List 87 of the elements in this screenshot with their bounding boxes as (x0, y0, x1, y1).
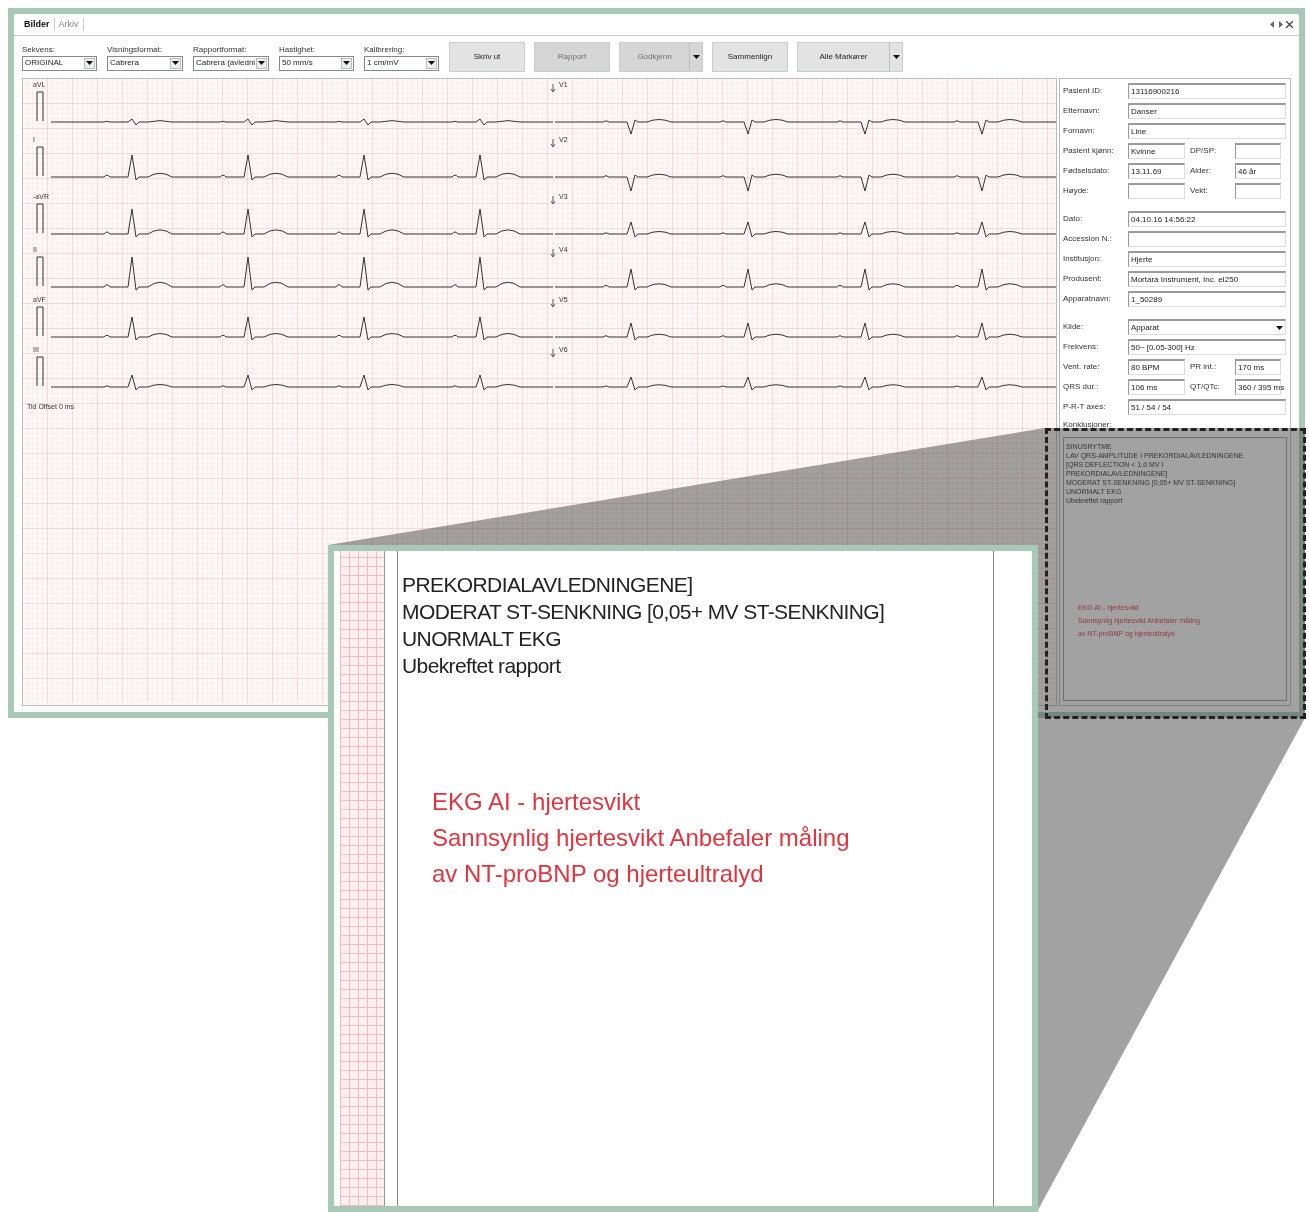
tab[interactable]: Bilder (20, 17, 55, 32)
conclusion-line: UNORMALT EKG (402, 626, 562, 652)
conclusion-line: PREKORDIALAVLEDNINGENE] (402, 572, 694, 598)
marker-arrow-icon (550, 348, 556, 358)
conclusion-line: Sannsynlig hjertesvikt Anbefaler måling (431, 823, 851, 853)
dropdown[interactable]: Cabrera (107, 55, 183, 71)
text-field[interactable]: 13116900216 (1128, 83, 1286, 99)
calibration-pulse (36, 146, 44, 177)
split-button[interactable]: Alle Markører (797, 42, 903, 72)
source-select[interactable]: Apparat (1128, 319, 1286, 335)
text-field[interactable]: 46 år (1235, 163, 1281, 179)
field-label: PR int.: (1189, 361, 1218, 373)
text-field[interactable] (1235, 183, 1281, 199)
scroll-left-icon[interactable] (1270, 21, 1275, 28)
close-icon[interactable] (1286, 21, 1293, 28)
field-label: QT/QTc: (1189, 381, 1221, 393)
field-label: Pasient kjønn: (1063, 145, 1115, 157)
text-field[interactable]: 13.11.69 (1128, 163, 1185, 179)
scroll-right-icon[interactable] (1278, 21, 1283, 28)
toolbar-button[interactable]: Sammenlign (712, 42, 788, 72)
marker-arrow-icon (550, 138, 556, 148)
marker-arrow-icon (550, 83, 556, 93)
text-field[interactable]: Hjerte (1128, 251, 1286, 267)
text-field[interactable]: Danser (1128, 103, 1286, 119)
field-label: Pasient ID: (1063, 85, 1104, 97)
dropdown-caret-icon (892, 55, 900, 59)
field-label: Vekt: (1189, 185, 1209, 197)
dropdown-label: Kalibrering: (364, 43, 406, 56)
field-label: Accession N.: (1063, 233, 1113, 245)
marker-arrow-icon (550, 248, 556, 258)
field-label: Alder: (1189, 165, 1212, 177)
dropdown-caret-icon (86, 61, 93, 65)
field-label: DP/SP: (1189, 145, 1218, 157)
dropdown-label: Rapportformat: (193, 43, 248, 56)
calibration-pulse (36, 306, 44, 337)
conclusion-line: EKG AI - hjertesvikt (431, 787, 642, 817)
conclusions-label: Konklusjoner: (1063, 419, 1113, 431)
dropdown-caret-icon (343, 61, 350, 65)
field-label: Kilde: (1063, 321, 1084, 333)
dropdown[interactable]: 1 cm/mV (364, 55, 439, 71)
field-label: Vent. rate: (1063, 361, 1101, 373)
text-field[interactable]: 106 ms (1128, 379, 1185, 395)
calibration-pulse (36, 91, 44, 122)
marker-arrow-icon (550, 298, 556, 308)
text-field[interactable]: 04.10.16 14:56:22 (1128, 211, 1286, 227)
text-field[interactable] (1235, 143, 1281, 159)
conclusion-line: av NT-proBNP og hjerteultralyd (431, 859, 765, 889)
dropdown[interactable]: Cabrera (avledni (193, 55, 269, 71)
field-label: Dato: (1063, 213, 1084, 225)
field-label: QRS dur.: (1063, 381, 1100, 393)
field-label: Fornavn: (1063, 125, 1096, 137)
text-field[interactable]: Line (1128, 123, 1286, 139)
conclusion-line: MODERAT ST-SENKNING [0,05+ MV ST-SENKNING] (402, 599, 886, 625)
dropdown-caret-icon (428, 61, 435, 65)
dropdown-caret-icon (692, 55, 700, 59)
field-label: Etternavn: (1063, 105, 1101, 117)
dropdown-caret-icon (1276, 325, 1283, 330)
calibration-pulse (36, 356, 44, 387)
field-label: Produsent: (1063, 273, 1103, 285)
tab[interactable]: Arkiv (54, 17, 84, 32)
toolbar-button[interactable]: Skriv ut (449, 42, 525, 72)
text-field[interactable] (1128, 231, 1286, 247)
field-label: Fødselsdato: (1063, 165, 1111, 177)
text-field[interactable]: 50~ [0.05-300] Hz (1128, 339, 1286, 355)
conclusion-line: Ubekreftet rapport (402, 653, 562, 679)
field-label: Apparatnavn: (1063, 293, 1112, 305)
field-label: P-R-T axes: (1063, 401, 1107, 413)
dropdown-label: Hastighet: (279, 43, 317, 56)
calibration-pulse (36, 256, 44, 287)
text-field[interactable] (1128, 183, 1185, 199)
dropdown-caret-icon (172, 61, 179, 65)
marker-arrow-icon (550, 195, 556, 205)
calibration-pulse (36, 203, 44, 234)
text-field[interactable]: 80 BPM (1128, 359, 1185, 375)
dropdown-label: Sekvens: (22, 43, 56, 56)
dropdown-label: Visningsformat: (107, 43, 163, 56)
text-field[interactable]: Kvinne (1128, 143, 1185, 159)
field-label: Institusjon: (1063, 253, 1103, 265)
text-field[interactable]: 51 / 54 / 54 (1128, 399, 1286, 415)
text-field[interactable]: Mortara Instrument, Inc. eI250 (1128, 271, 1286, 287)
field-label: Høyde: (1063, 185, 1090, 197)
dropdown-caret-icon (258, 61, 265, 65)
text-field[interactable]: 1_50289 (1128, 291, 1286, 307)
dropdown[interactable]: ORIGINAL (22, 55, 97, 71)
dropdown[interactable]: 50 mm/s (279, 55, 354, 71)
text-field[interactable]: 170 ms (1235, 359, 1281, 375)
field-label: Frekvens: (1063, 341, 1100, 353)
